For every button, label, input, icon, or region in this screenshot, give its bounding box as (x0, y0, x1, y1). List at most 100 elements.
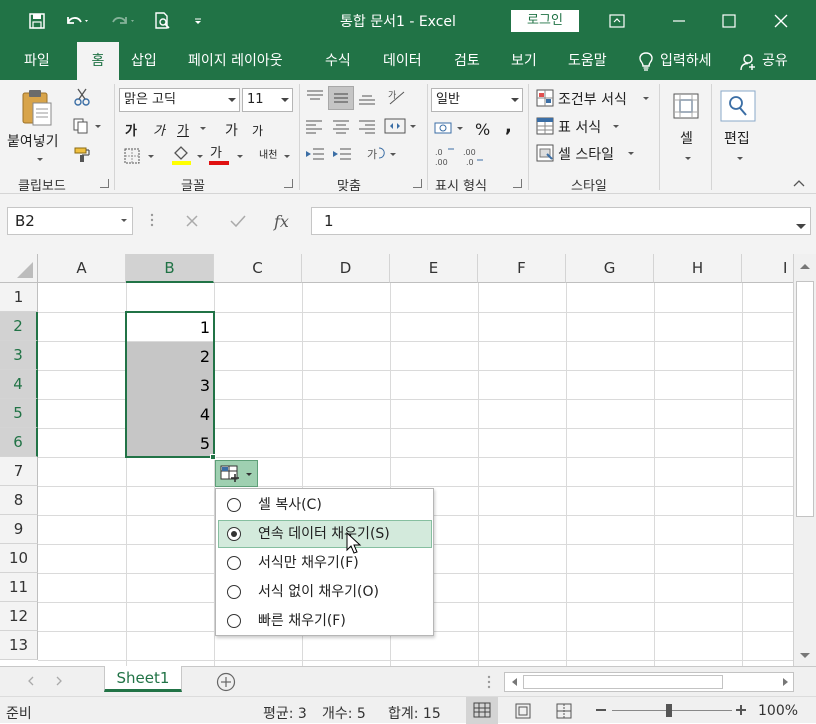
cell-b3[interactable]: 2 (126, 342, 210, 370)
login-button[interactable]: 로그인 (511, 10, 579, 32)
column-header-i[interactable]: I (742, 254, 793, 283)
name-box[interactable]: B2 (7, 207, 133, 235)
cell-b2[interactable]: 1 (126, 313, 210, 341)
ribbon-display-options-icon[interactable] (602, 0, 632, 42)
menu-item-copy-cells[interactable]: 셀 복사(C) (218, 491, 432, 519)
menu-item-fill-without-formatting[interactable]: 서식 없이 채우기(O) (218, 578, 432, 606)
menu-item-fill-formatting-only[interactable]: 서식만 채우기(F) (218, 549, 432, 577)
paste-icon[interactable] (20, 88, 54, 128)
column-header-d[interactable]: D (302, 254, 390, 283)
row-header-9[interactable]: 9 (0, 515, 38, 544)
customize-qat-icon[interactable] (190, 0, 206, 42)
underline-dropdown-icon[interactable] (200, 127, 206, 130)
column-header-h[interactable]: H (654, 254, 742, 283)
top-align-icon[interactable] (305, 88, 325, 106)
cell-styles-icon[interactable] (536, 144, 554, 162)
horizontal-scroll-thumb[interactable] (523, 675, 723, 689)
maximize-icon[interactable] (714, 0, 744, 42)
row-header-11[interactable]: 11 (0, 573, 38, 602)
align-right-icon[interactable] (358, 118, 376, 134)
decrease-decimal-icon[interactable]: .00.0 (462, 146, 486, 168)
tab-data[interactable]: 데이터 (383, 42, 422, 80)
row-header-6[interactable]: 6 (0, 428, 38, 457)
zoom-level[interactable]: 100% (758, 703, 798, 719)
fill-color-icon[interactable] (171, 144, 193, 166)
next-sheet-icon[interactable] (55, 676, 63, 686)
zoom-slider-track[interactable] (612, 710, 732, 711)
cancel-entry-icon[interactable] (184, 213, 200, 229)
column-header-f[interactable]: F (478, 254, 566, 283)
row-header-10[interactable]: 10 (0, 544, 38, 573)
zoom-in-icon[interactable] (736, 704, 746, 716)
borders-icon[interactable] (124, 148, 140, 164)
expand-formula-bar-icon[interactable] (796, 224, 806, 229)
merge-center-icon[interactable] (384, 116, 418, 136)
cells-icon[interactable] (670, 90, 702, 122)
formula-input[interactable]: 1 (311, 207, 811, 235)
align-left-icon[interactable] (305, 118, 323, 134)
menu-item-flash-fill[interactable]: 빠른 채우기(F) (218, 607, 432, 635)
sheet-tab-sheet1[interactable]: Sheet1 (104, 666, 182, 692)
number-launcher-icon[interactable] (513, 179, 522, 188)
bold-button[interactable]: 가 (125, 120, 137, 139)
collapse-ribbon-icon[interactable] (792, 178, 806, 188)
italic-button[interactable]: 가 (153, 120, 165, 139)
format-painter-icon[interactable] (74, 147, 92, 163)
increase-font-button[interactable]: 가 (225, 120, 238, 140)
row-header-4[interactable]: 4 (0, 370, 38, 399)
fill-color-dropdown-icon[interactable] (197, 155, 203, 158)
phonetic-button[interactable]: 내천 (259, 146, 277, 161)
row-header-5[interactable]: 5 (0, 399, 38, 428)
tab-split-grip-icon[interactable] (487, 674, 491, 690)
row-header-2[interactable]: 2 (0, 312, 38, 341)
share-person-icon[interactable] (740, 53, 758, 71)
paste-dropdown-icon[interactable] (37, 158, 43, 161)
redo-icon[interactable] (106, 0, 140, 42)
cells-dropdown-icon[interactable] (685, 157, 691, 160)
scroll-thumb[interactable] (796, 281, 814, 517)
wrap-text-icon[interactable]: 가 (366, 144, 398, 164)
tell-me-search[interactable]: 입력하세 (660, 42, 712, 80)
table-format-dropdown-icon[interactable] (613, 125, 619, 128)
share-button[interactable]: 공유 (762, 42, 788, 80)
copy-icon[interactable] (73, 118, 103, 134)
comma-button[interactable]: , (505, 116, 512, 137)
align-center-icon[interactable] (332, 118, 350, 134)
cell-styles-button[interactable]: 셀 스타일 (558, 144, 614, 164)
page-layout-view-icon[interactable] (515, 703, 531, 719)
underline-button[interactable]: 가 (177, 120, 189, 139)
format-as-table-button[interactable]: 표 서식 (558, 117, 601, 137)
font-size-combo[interactable]: 11 (242, 88, 293, 112)
font-launcher-icon[interactable] (284, 179, 293, 188)
prev-sheet-icon[interactable] (27, 676, 35, 686)
middle-align-icon[interactable] (328, 86, 354, 110)
clipboard-launcher-icon[interactable] (100, 179, 109, 188)
new-sheet-icon[interactable] (216, 672, 236, 692)
vertical-scrollbar[interactable] (793, 254, 816, 666)
row-header-3[interactable]: 3 (0, 341, 38, 370)
confirm-entry-icon[interactable] (229, 213, 247, 229)
tab-formulas[interactable]: 수식 (325, 42, 351, 80)
conditional-dropdown-icon[interactable] (643, 97, 649, 100)
conditional-formatting-button[interactable]: 조건부 서식 (558, 89, 627, 109)
editing-dropdown-icon[interactable] (737, 157, 743, 160)
font-name-combo[interactable]: 맑은 고딕 (119, 88, 240, 112)
row-header-1[interactable]: 1 (0, 283, 38, 312)
increase-decimal-icon[interactable]: .0.00 (434, 146, 458, 168)
decrease-font-button[interactable]: 가 (252, 122, 263, 139)
alignment-launcher-icon[interactable] (413, 179, 422, 188)
select-all-corner[interactable] (0, 254, 38, 283)
tab-review[interactable]: 검토 (454, 42, 480, 80)
font-color-dropdown-icon[interactable] (237, 155, 243, 158)
number-format-combo[interactable]: 일반 (431, 88, 523, 112)
minimize-icon[interactable] (664, 0, 694, 42)
cell-b5[interactable]: 4 (126, 400, 210, 428)
page-break-view-icon[interactable] (556, 703, 572, 719)
row-header-7[interactable]: 7 (0, 457, 38, 486)
orientation-icon[interactable]: 가 (386, 86, 408, 108)
tab-insert[interactable]: 삽입 (131, 42, 157, 80)
horizontal-scrollbar[interactable] (504, 672, 794, 692)
cell-b6[interactable]: 5 (126, 429, 210, 457)
percent-button[interactable]: % (475, 120, 490, 139)
search-icon[interactable] (720, 90, 756, 122)
